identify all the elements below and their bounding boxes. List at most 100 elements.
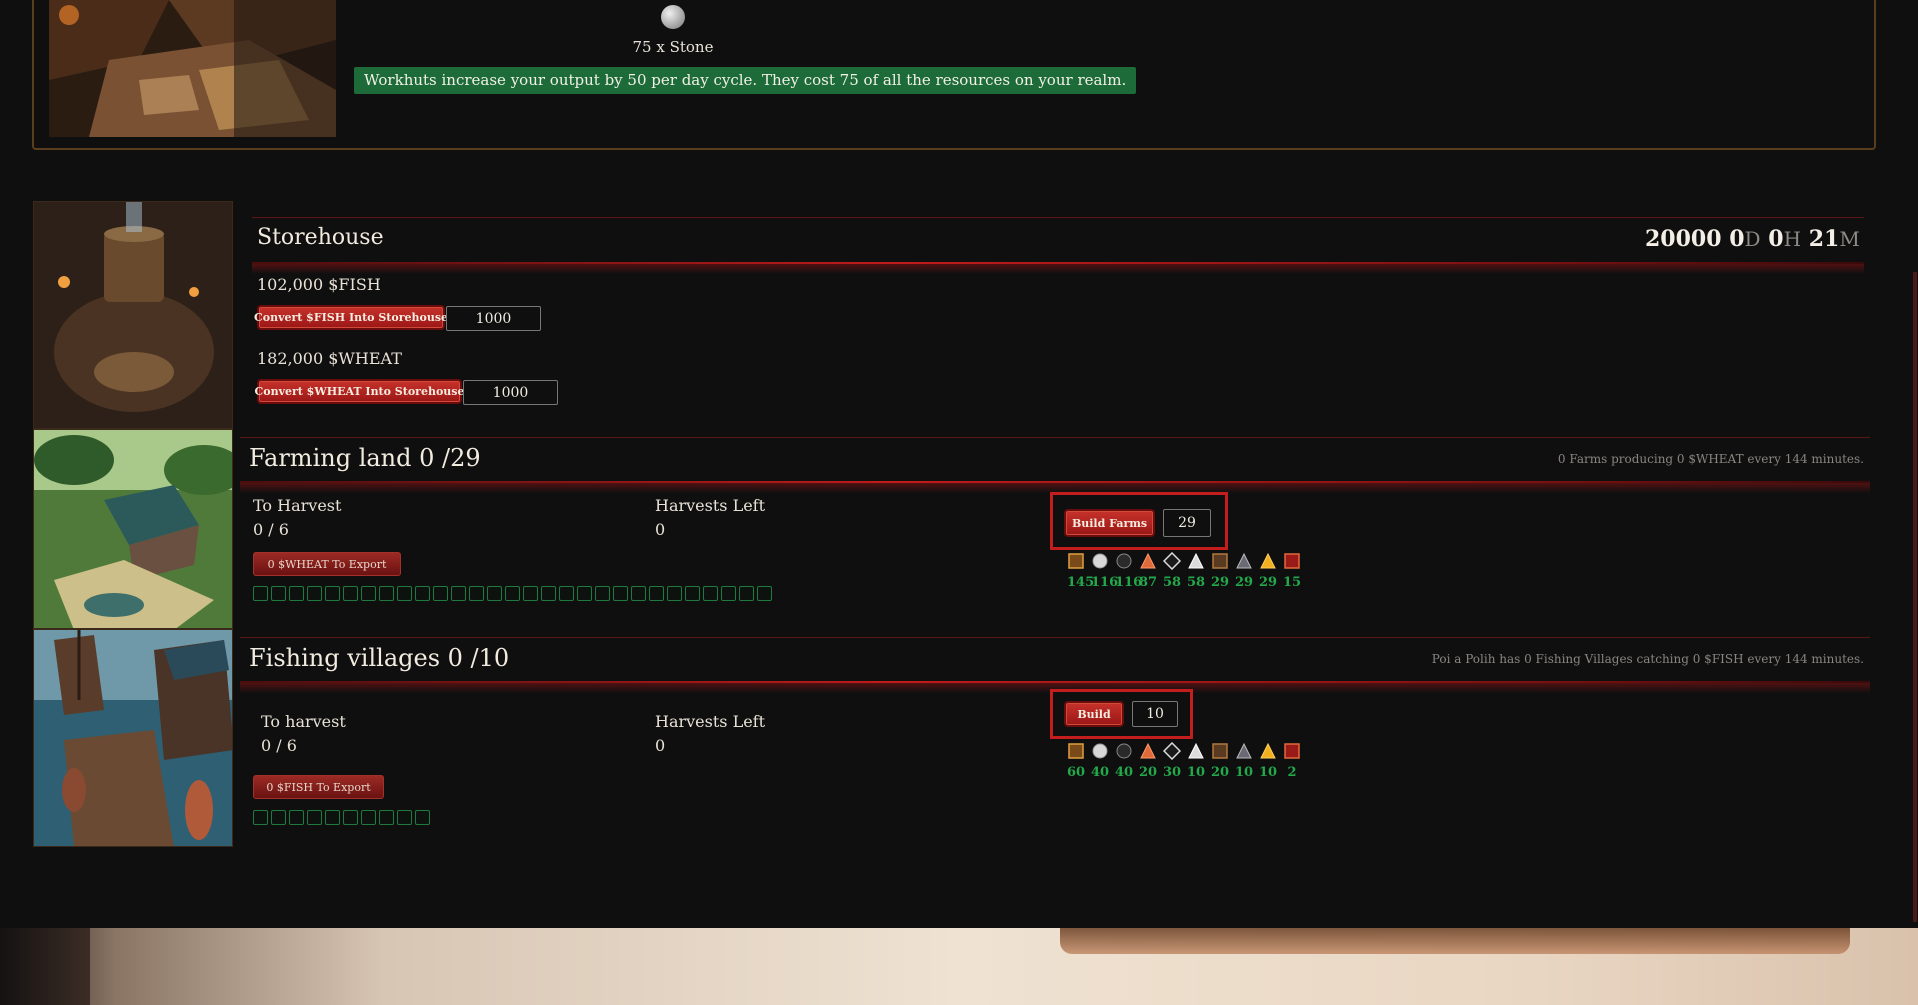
fishing-title: Fishing villages 0 /10	[249, 644, 510, 672]
cost-value: 29	[1235, 575, 1254, 590]
cost-value: 60	[1067, 765, 1086, 780]
farming-to-harvest-label: To Harvest	[253, 496, 342, 515]
silver-icon	[1187, 552, 1205, 570]
storehouse-timer: 20000 0D 0H 21M	[1645, 226, 1860, 252]
farming-to-harvest-value: 0 / 6	[253, 520, 289, 539]
harvest-slot	[253, 810, 268, 825]
fish-export-button[interactable]: 0 $FISH To Export	[253, 775, 384, 799]
harvest-slot	[559, 586, 574, 601]
cost-value: 116	[1115, 575, 1143, 590]
storehouse-image	[33, 201, 233, 429]
harvest-slot	[523, 586, 538, 601]
farming-title: Farming land 0 /29	[249, 444, 481, 472]
farming-harvests-left-label: Harvests Left	[655, 496, 766, 515]
cost-value: 87	[1139, 575, 1158, 590]
harvest-slot	[361, 810, 376, 825]
convert-wheat-button[interactable]: Convert $WHEAT Into Storehouse	[255, 379, 465, 404]
convert-fish-button[interactable]: Convert $FISH Into Storehouse	[254, 305, 448, 330]
harvest-slot	[739, 586, 754, 601]
harvest-slot	[361, 586, 376, 601]
fishing-header-top	[240, 637, 1870, 638]
cost-value: 58	[1163, 575, 1182, 590]
cost-value: 29	[1259, 575, 1278, 590]
storehouse-title: Storehouse	[257, 225, 384, 250]
cost-value: 58	[1187, 575, 1206, 590]
fishing-to-harvest-label: To harvest	[261, 712, 346, 731]
harvest-slot	[271, 586, 286, 601]
coal-icon	[1115, 742, 1133, 760]
harvest-slot	[595, 586, 610, 601]
fishing-status: Poi a Polih has 0 Fishing Villages catch…	[1431, 652, 1864, 666]
build-fishing-input[interactable]	[1132, 701, 1178, 727]
wheat-amount: 182,000 $WHEAT	[257, 349, 402, 368]
harvest-slot	[541, 586, 556, 601]
cost-value: 145	[1067, 575, 1095, 590]
fishing-to-harvest-value: 0 / 6	[261, 736, 297, 755]
storehouse-header-glow	[252, 264, 1864, 274]
cost-value: 2	[1287, 765, 1297, 780]
cost-value: 10	[1259, 765, 1278, 780]
hartwood-icon	[1283, 742, 1301, 760]
harvest-slot	[307, 586, 322, 601]
harvest-slot	[325, 810, 340, 825]
fish-amount: 102,000 $FISH	[257, 275, 381, 294]
harvest-slot	[613, 586, 628, 601]
fishing-image	[33, 629, 233, 847]
workhut-image	[49, 0, 336, 137]
harvest-slot	[307, 810, 322, 825]
convert-fish-input[interactable]	[446, 306, 541, 331]
coal-icon	[1115, 552, 1133, 570]
harvest-slot	[433, 586, 448, 601]
stone-icon	[1091, 552, 1109, 570]
stone-icon	[1091, 742, 1109, 760]
harvest-slot	[487, 586, 502, 601]
harvest-slot	[469, 586, 484, 601]
farming-harvest-slots	[253, 586, 772, 601]
build-fishing-button[interactable]: Build	[1064, 701, 1124, 727]
hartwood-icon	[1283, 552, 1301, 570]
fishing-harvests-left-value: 0	[655, 736, 666, 755]
cost-value: 40	[1115, 765, 1134, 780]
footer-edge	[0, 928, 90, 1005]
cost-value: 15	[1283, 575, 1302, 590]
harvest-slot	[289, 586, 304, 601]
harvest-slot	[667, 586, 682, 601]
build-farms-input[interactable]	[1163, 509, 1211, 537]
workhut-cost: 75 x Stone	[632, 38, 714, 56]
harvest-slot	[649, 586, 664, 601]
storehouse-header-top	[252, 217, 1864, 218]
cost-value: 10	[1187, 765, 1206, 780]
convert-wheat-input[interactable]	[463, 380, 558, 405]
ironwood-icon	[1211, 552, 1229, 570]
scrollbar[interactable]	[1913, 272, 1917, 922]
gold-icon	[1259, 552, 1277, 570]
cold-iron-icon	[1235, 552, 1253, 570]
harvest-slot	[379, 810, 394, 825]
fishing-harvests-left-label: Harvests Left	[655, 712, 766, 731]
harvest-slot	[703, 586, 718, 601]
farming-header-top	[240, 437, 1870, 438]
farming-status: 0 Farms producing 0 $WHEAT every 144 min…	[1557, 452, 1864, 466]
cost-value: 29	[1211, 575, 1230, 590]
farming-cost-icons	[1067, 552, 1301, 570]
harvest-slot	[415, 586, 430, 601]
farming-image	[33, 429, 233, 629]
harvest-slot	[343, 586, 358, 601]
obsidian-icon	[1163, 552, 1181, 570]
harvest-slot	[577, 586, 592, 601]
harvest-slot	[685, 586, 700, 601]
harvest-slot	[325, 586, 340, 601]
harvest-slot	[631, 586, 646, 601]
build-farms-button[interactable]: Build Farms	[1064, 509, 1155, 537]
wheat-export-button[interactable]: 0 $WHEAT To Export	[253, 552, 401, 576]
ironwood-icon	[1211, 742, 1229, 760]
harvest-slot	[451, 586, 466, 601]
wood-icon	[1067, 742, 1085, 760]
copper-icon	[1139, 552, 1157, 570]
cost-value: 30	[1163, 765, 1182, 780]
gold-icon	[1259, 742, 1277, 760]
harvest-slot	[757, 586, 772, 601]
harvest-slot	[289, 810, 304, 825]
cost-value: 20	[1139, 765, 1158, 780]
cost-value: 116	[1091, 575, 1119, 590]
